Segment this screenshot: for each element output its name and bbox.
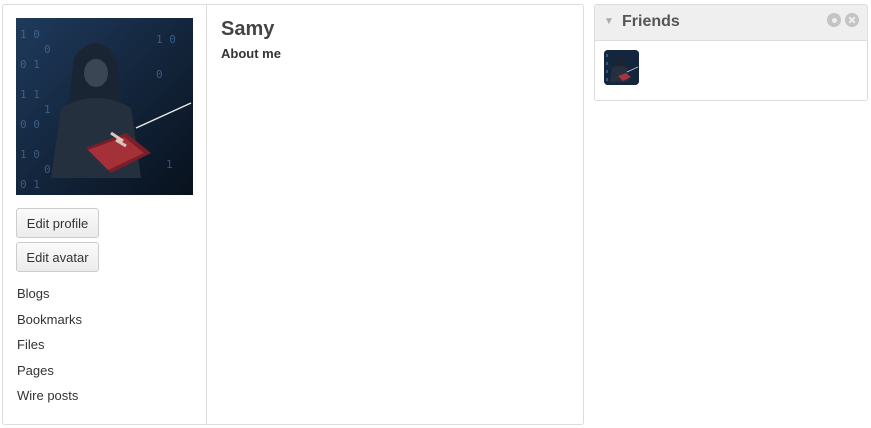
profile-panel: 1 0 0 1 1 1 0 0 1 0 0 1 0 1 0 1 0 0 1 Edit profi…	[2, 4, 584, 425]
svg-text:1 0: 1 0	[20, 28, 40, 41]
svg-text:1 0: 1 0	[20, 148, 40, 161]
menu-item-blogs[interactable]: Blogs	[17, 281, 82, 307]
svg-text:0: 0	[44, 163, 51, 176]
friend-avatar-image	[604, 50, 639, 85]
profile-avatar[interactable]: 1 0 0 1 1 1 0 0 1 0 0 1 0 1 0 1 0 0 1	[16, 18, 193, 195]
menu-item-files[interactable]: Files	[17, 332, 82, 358]
friends-widget-header: ▼ Friends	[595, 5, 867, 41]
svg-text:0 0: 0 0	[20, 118, 40, 131]
svg-text:0: 0	[156, 68, 163, 81]
svg-text:1 1: 1 1	[20, 88, 40, 101]
svg-text:1: 1	[44, 103, 51, 116]
friends-widget: ▼ Friends	[594, 4, 868, 101]
friends-widget-title: Friends	[622, 13, 680, 30]
hacker-avatar-image: 1 0 0 1 1 1 0 0 1 0 0 1 0 1 0 1 0 0 1	[16, 18, 193, 195]
owner-block: 1 0 0 1 1 1 0 0 1 0 0 1 0 1 0 1 0 0 1 Edit profi…	[3, 5, 207, 424]
svg-text:0: 0	[44, 43, 51, 56]
friend-avatar[interactable]	[604, 50, 639, 85]
close-icon[interactable]	[845, 13, 859, 27]
svg-text:0 1: 0 1	[20, 178, 40, 191]
gear-icon[interactable]	[827, 13, 841, 27]
owner-name: Samy	[221, 18, 275, 40]
profile-details: Samy About me	[221, 17, 281, 61]
svg-text:1 0: 1 0	[156, 33, 176, 46]
owner-menu: Blogs Bookmarks Files Pages Wire posts	[17, 281, 82, 409]
menu-item-pages[interactable]: Pages	[17, 358, 82, 384]
svg-text:0 1: 0 1	[20, 58, 40, 71]
widget-tools	[827, 13, 859, 27]
about-me-label: About me	[221, 46, 281, 61]
menu-item-bookmarks[interactable]: Bookmarks	[17, 307, 82, 333]
edit-avatar-button[interactable]: Edit avatar	[16, 242, 99, 272]
menu-item-wire-posts[interactable]: Wire posts	[17, 383, 82, 409]
svg-text:1: 1	[166, 158, 173, 171]
triangle-down-icon[interactable]: ▼	[604, 16, 614, 27]
edit-profile-button[interactable]: Edit profile	[16, 208, 99, 238]
